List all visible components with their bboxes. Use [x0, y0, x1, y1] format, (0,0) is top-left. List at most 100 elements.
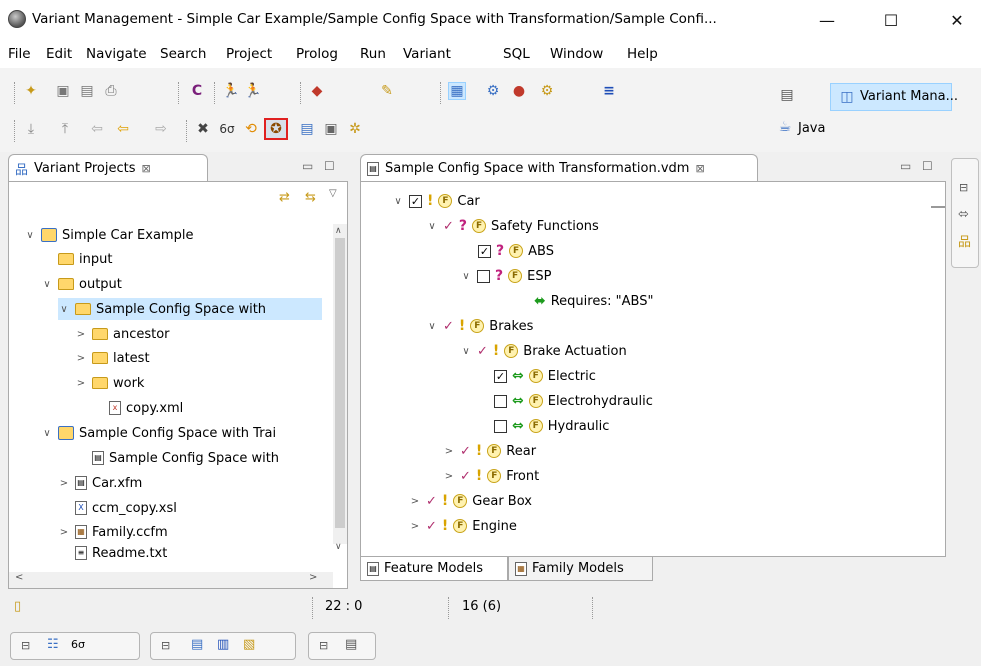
menu-prolog[interactable]: Prolog: [296, 46, 338, 62]
tree-item-readme[interactable]: ≡ Readme.txt: [58, 546, 167, 560]
launch-icon[interactable]: ◆: [308, 82, 326, 100]
tab-editor-vdm[interactable]: ▤ Sample Config Space with Transformatio…: [360, 154, 758, 182]
wand-icon[interactable]: ✎: [378, 82, 396, 100]
transform-icon[interactable]: ⟲: [242, 120, 260, 138]
share-icon[interactable]: ⚙: [484, 82, 502, 100]
view-toggle-icon[interactable]: ▦: [448, 82, 466, 100]
feature-gear-box[interactable]: > ✓! F Gear Box: [409, 490, 532, 512]
feature-car[interactable]: ∨ ✓! F Car: [392, 190, 479, 212]
feature-rear[interactable]: > ✓! F Rear: [443, 440, 536, 462]
run-icon[interactable]: 🏃: [222, 82, 240, 100]
menu-search[interactable]: Search: [160, 46, 206, 62]
tree-item-sample-config-vdm[interactable]: ▤ Sample Config Space with: [75, 447, 279, 469]
tab-family-models[interactable]: ▦ Family Models: [508, 557, 653, 581]
feature-esp[interactable]: ∨? F ESP: [460, 265, 551, 287]
restore-icon[interactable]: ⊟: [161, 639, 170, 652]
prolog-icon[interactable]: C: [188, 82, 206, 100]
tree-view-icon[interactable]: 品: [958, 231, 971, 250]
record-icon[interactable]: ●: [510, 82, 528, 100]
close-tab-icon[interactable]: ⊠: [695, 162, 704, 175]
image-icon[interactable]: ▧: [243, 637, 255, 652]
minimize-editor-icon[interactable]: ▭: [900, 159, 911, 173]
menu-edit[interactable]: Edit: [46, 46, 72, 62]
menu-variant[interactable]: Variant: [403, 46, 451, 62]
feature-engine[interactable]: > ✓! F Engine: [409, 515, 517, 537]
tab-variant-projects[interactable]: 品 Variant Projects ⊠: [8, 154, 208, 182]
restore-icon[interactable]: ⊟: [21, 639, 30, 652]
feature-brakes[interactable]: ∨ ✓! F Brakes: [426, 315, 533, 337]
book-icon[interactable]: ▥: [217, 637, 229, 652]
tree-item-input[interactable]: input: [41, 248, 112, 270]
feature-electrohydraulic[interactable]: ⇔ F Electrohydraulic: [494, 390, 653, 412]
scrollbar-thumb[interactable]: [335, 238, 345, 528]
scroll-left-icon[interactable]: <: [15, 572, 23, 583]
close-button[interactable]: ✕: [934, 0, 980, 40]
checkbox-unchecked[interactable]: [494, 394, 507, 408]
perspective-java-label[interactable]: Java: [798, 121, 825, 136]
tree-item-sample-config-tran[interactable]: ∨ Sample Config Space with Trai: [41, 422, 276, 444]
relation-requires-abs[interactable]: ⬌ Requires: "ABS": [534, 290, 653, 312]
scroll-right-icon[interactable]: >: [309, 572, 317, 583]
menu-project[interactable]: Project: [226, 46, 272, 62]
restore-icon[interactable]: ⊟: [959, 181, 968, 194]
nav2-icon[interactable]: ⤒: [56, 120, 74, 138]
feature-hydraulic[interactable]: ⇔ F Hydraulic: [494, 415, 609, 437]
link-editor-icon[interactable]: ⇄: [279, 190, 290, 205]
table-icon[interactable]: ▤: [191, 637, 203, 652]
config-icon[interactable]: ▤: [298, 120, 316, 138]
settings-icon[interactable]: ✲: [346, 120, 364, 138]
minimize-view-icon[interactable]: ▭: [302, 159, 313, 173]
menu-file[interactable]: File: [8, 46, 31, 62]
transformation-wizard-icon[interactable]: ✪: [264, 118, 288, 140]
console-icon[interactable]: ▤: [345, 637, 357, 652]
tree-item-copy-xml[interactable]: x copy.xml: [92, 397, 183, 419]
tree-item-car-xfm[interactable]: > ▤ Car.xfm: [58, 472, 142, 494]
checkbox-unchecked[interactable]: [494, 419, 507, 433]
maximize-view-icon[interactable]: ☐: [324, 159, 335, 173]
feature-front[interactable]: > ✓! F Front: [443, 465, 539, 487]
feature-safety-functions[interactable]: ∨ ✓? F Safety Functions: [426, 215, 599, 237]
checkbox-checked[interactable]: ✓: [494, 369, 507, 383]
feature-brake-actuation[interactable]: ∨ ✓! F Brake Actuation: [460, 340, 626, 362]
horizontal-scrollbar[interactable]: [9, 572, 333, 588]
save-all-icon[interactable]: ▤: [78, 82, 96, 100]
feature-abs[interactable]: ✓? F ABS: [478, 240, 554, 262]
tree-item-family-ccfm[interactable]: > ▦ Family.ccfm: [58, 521, 168, 543]
print-icon[interactable]: ⎙: [102, 82, 120, 100]
outline-icon[interactable]: ⬄: [958, 207, 969, 222]
menu-help[interactable]: Help: [627, 46, 658, 62]
tab-feature-models[interactable]: ▤ Feature Models: [360, 557, 508, 581]
open-perspective-icon[interactable]: ▤: [778, 86, 796, 104]
checkbox-checked[interactable]: ✓: [478, 244, 491, 258]
view-menu-icon[interactable]: ▽: [329, 188, 337, 199]
tree-item-ancestor[interactable]: > ancestor: [75, 323, 170, 345]
feature-electric[interactable]: ✓ ⇔ F Electric: [494, 365, 596, 387]
save-icon[interactable]: ▣: [54, 82, 72, 100]
new-icon[interactable]: ✦: [22, 82, 40, 100]
tree-item-work[interactable]: > work: [75, 372, 145, 394]
back-icon[interactable]: ⇦: [114, 120, 132, 138]
scroll-up-icon[interactable]: ∧: [335, 226, 342, 236]
tree-list-icon[interactable]: ☷: [47, 637, 59, 652]
back-gray-icon[interactable]: ⇦: [88, 120, 106, 138]
glasses-icon[interactable]: 6σ: [218, 120, 236, 138]
gears-icon[interactable]: ⚙: [538, 82, 556, 100]
nav-icon[interactable]: ⤓: [22, 120, 40, 138]
glasses-icon[interactable]: 6σ: [71, 638, 85, 651]
run-all-icon[interactable]: 🏃: [244, 82, 262, 100]
menu-run[interactable]: Run: [360, 46, 386, 62]
tree-item-latest[interactable]: > latest: [75, 347, 150, 369]
menu-sql[interactable]: SQL: [503, 46, 530, 62]
tree-item-simple-car[interactable]: ∨ Simple Car Example: [24, 224, 193, 246]
java-perspective-icon[interactable]: ☕: [776, 118, 794, 136]
tree-item-sample-config[interactable]: ∨ Sample Config Space with: [58, 298, 322, 320]
tree-item-ccm-copy[interactable]: Xccm_copy.xsl: [58, 497, 177, 519]
menu-navigate[interactable]: Navigate: [86, 46, 147, 62]
list-icon[interactable]: ≡: [600, 82, 618, 100]
scroll-down-icon[interactable]: ∨: [335, 542, 342, 552]
maximize-button[interactable]: ☐: [868, 0, 914, 40]
collapse-all-icon[interactable]: ⇆: [305, 190, 316, 205]
checkbox-checked[interactable]: ✓: [409, 194, 422, 208]
restore-icon[interactable]: ⊟: [319, 639, 328, 652]
checkbox-unchecked[interactable]: [477, 269, 490, 283]
